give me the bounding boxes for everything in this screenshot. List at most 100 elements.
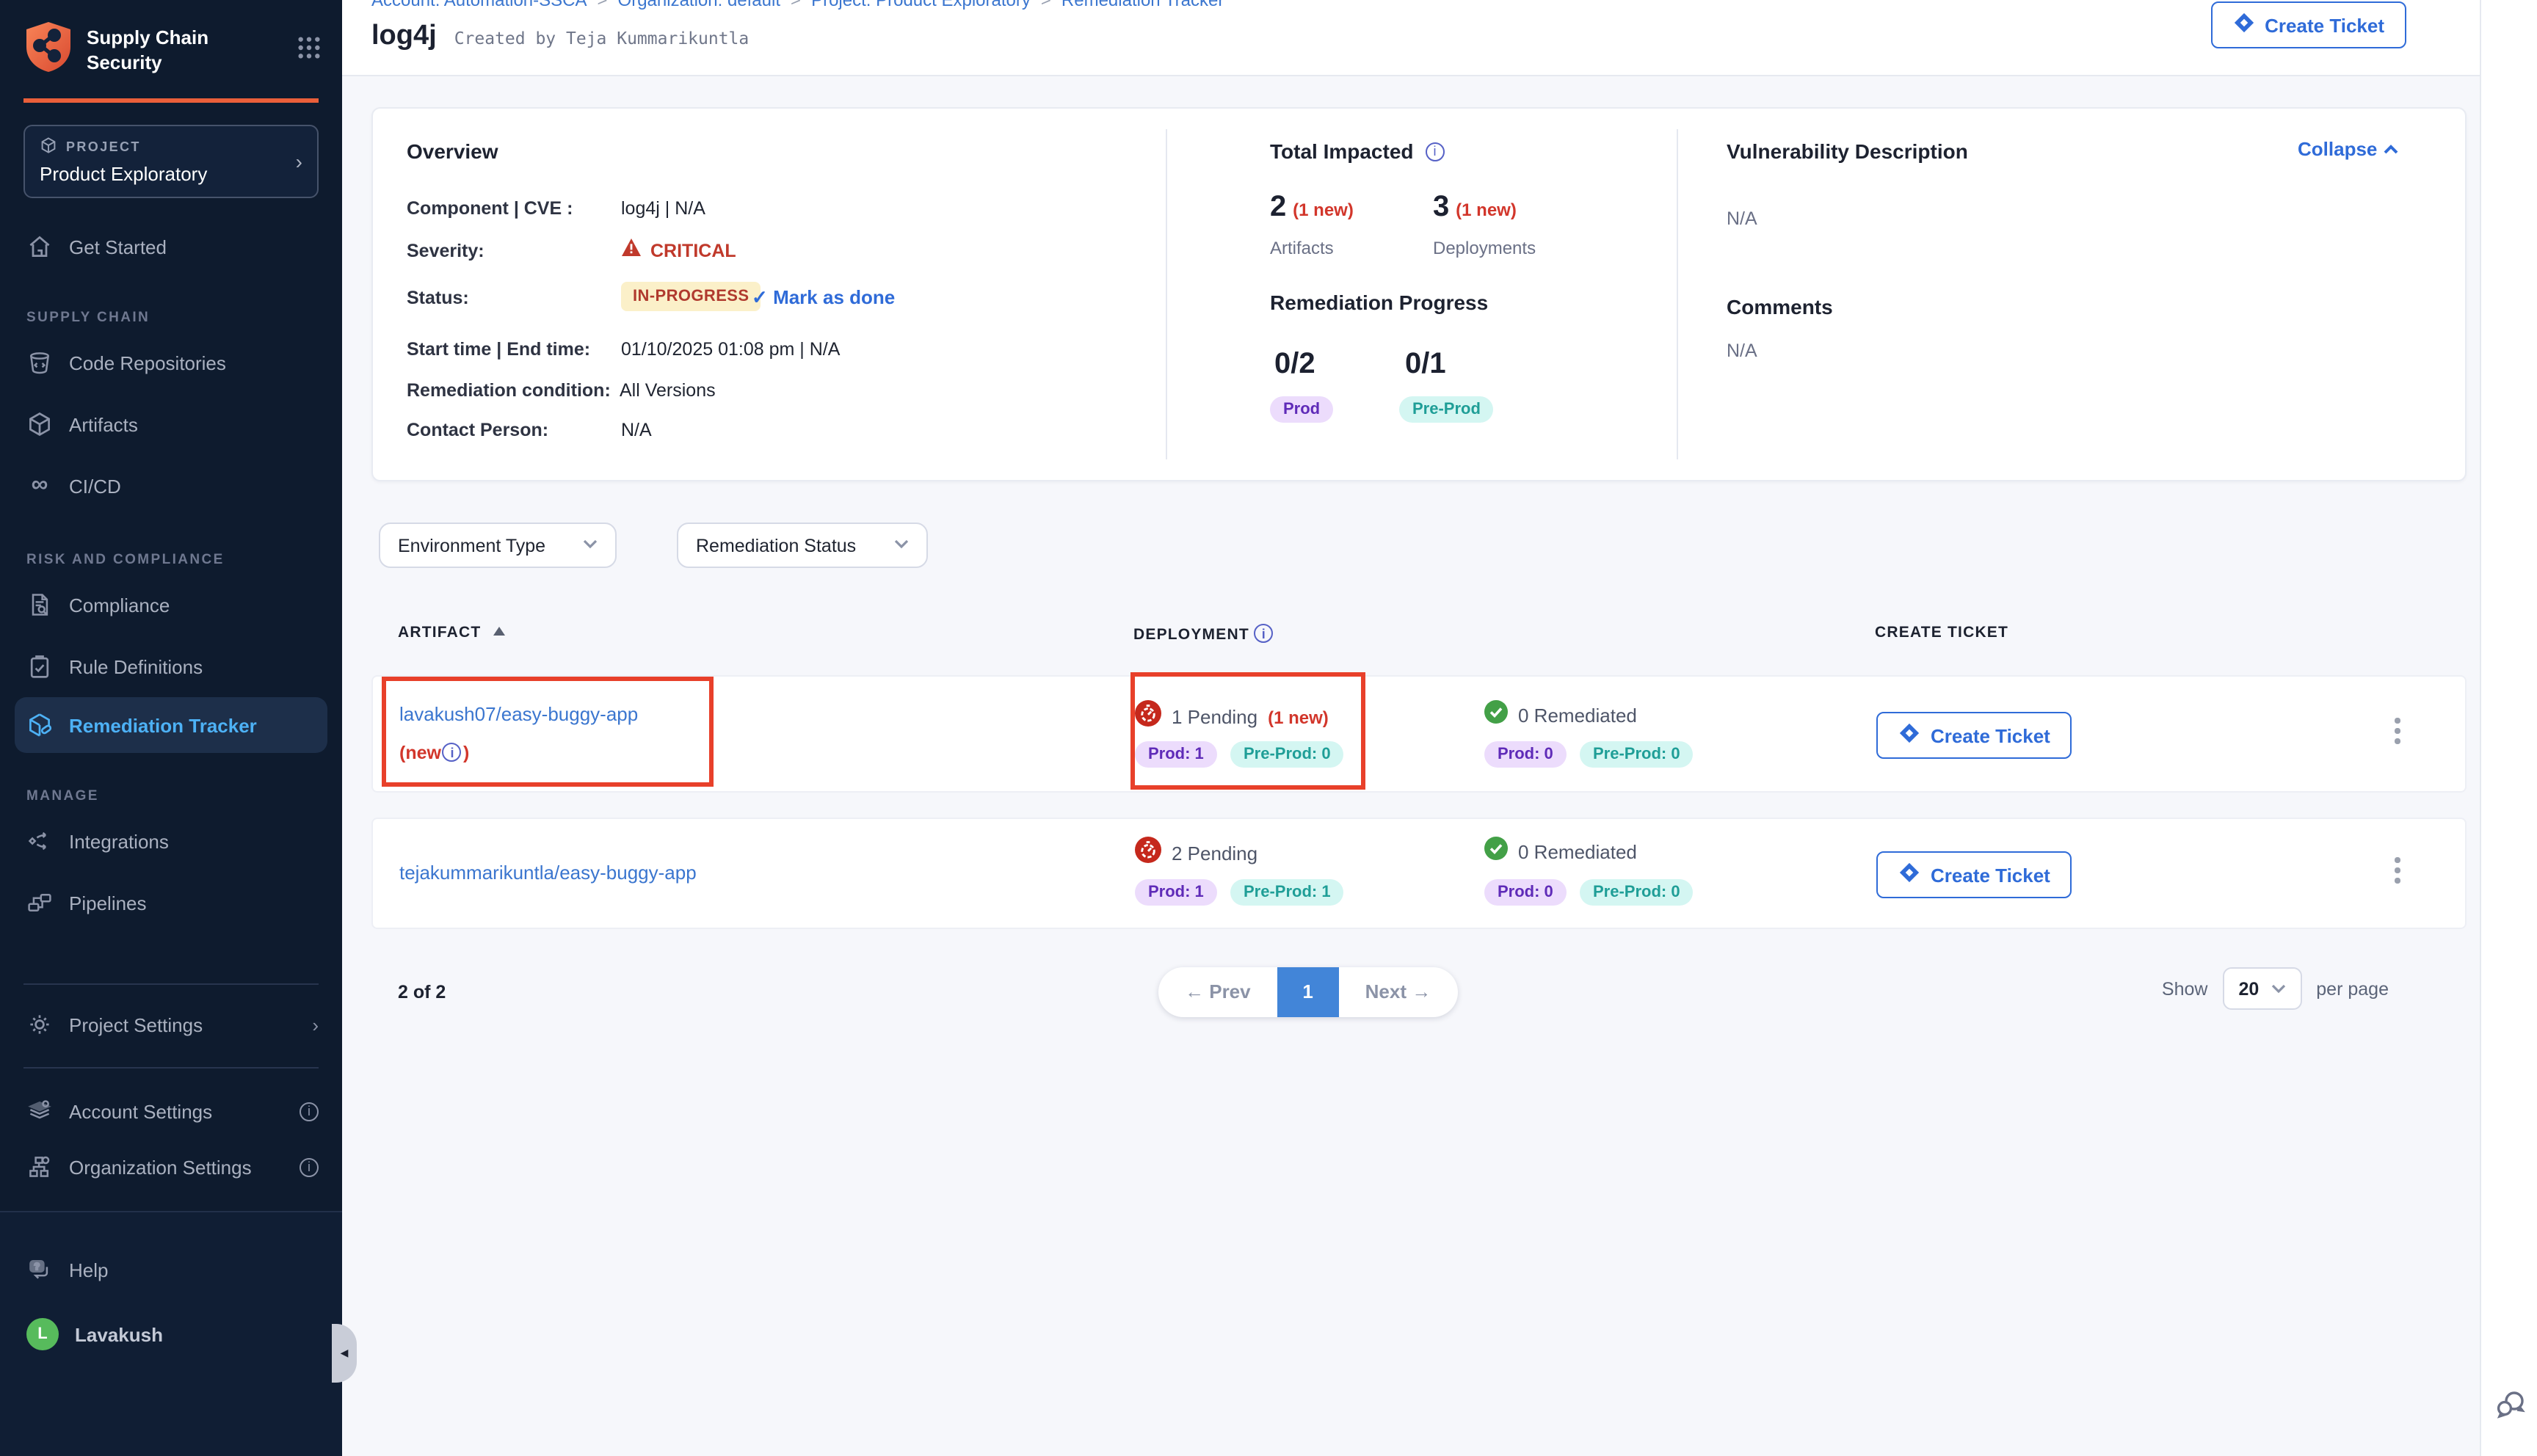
code-repo-icon bbox=[26, 349, 53, 376]
prev-page-button[interactable]: ← Prev bbox=[1158, 967, 1277, 1017]
clipboard-check-icon bbox=[26, 653, 53, 680]
section-risk-compliance: RISK AND COMPLIANCE bbox=[0, 552, 342, 568]
table-row[interactable]: lavakush07/easy-buggy-app (new) 1 Pendin… bbox=[371, 675, 2467, 793]
contact-value: N/A bbox=[621, 420, 652, 440]
info-icon bbox=[300, 1102, 319, 1121]
overview-card: Overview Component | CVE : log4j | N/A S… bbox=[371, 107, 2467, 481]
ticket-diamond-icon bbox=[1898, 722, 1920, 749]
row-menu-kebab-icon[interactable] bbox=[2395, 857, 2400, 888]
create-ticket-button-row[interactable]: Create Ticket bbox=[1876, 851, 2072, 898]
result-count: 2 of 2 bbox=[398, 982, 446, 1002]
pagination: ← Prev 1 Next → bbox=[1158, 967, 1457, 1017]
sidebar-item-pipelines[interactable]: Pipelines bbox=[0, 878, 342, 928]
deploy-prod-badge: Prod: 1 bbox=[1135, 879, 1217, 906]
artifact-link[interactable]: tejakummarikuntla/easy-buggy-app bbox=[399, 862, 697, 884]
section-manage: MANAGE bbox=[0, 788, 342, 804]
prod-progress: 0/2 bbox=[1274, 348, 1315, 382]
sidebar-item-get-started[interactable]: Get Started bbox=[0, 222, 342, 272]
main-content: Overview Component | CVE : log4j | N/A S… bbox=[342, 76, 2480, 1456]
info-icon[interactable] bbox=[1426, 142, 1445, 161]
column-header-artifact[interactable]: ARTIFACT bbox=[398, 624, 504, 641]
support-chat-icon[interactable] bbox=[2493, 1387, 2528, 1430]
chevron-down-icon bbox=[894, 537, 909, 553]
mark-as-done-link[interactable]: ✓ Mark as done bbox=[752, 286, 895, 310]
artifacts-count: 2 bbox=[1270, 191, 1286, 223]
deploy-preprod-badge: Pre-Prod: 0 bbox=[1230, 741, 1344, 768]
remediation-status-filter[interactable]: Remediation Status bbox=[677, 523, 928, 568]
breadcrumb-page[interactable]: Remediation Tracker bbox=[1061, 0, 1224, 10]
sidebar-item-organization-settings[interactable]: Organization Settings bbox=[0, 1142, 342, 1192]
condition-value: All Versions bbox=[620, 380, 716, 401]
user-menu[interactable]: L Lavakush bbox=[0, 1309, 342, 1359]
sidebar-item-project-settings[interactable]: Project Settings › bbox=[0, 1000, 342, 1049]
column-header-create-ticket: CREATE TICKET bbox=[1875, 624, 2008, 641]
component-label: Component | CVE : bbox=[407, 198, 573, 219]
sidebar-item-remediation-tracker[interactable]: Remediation Tracker bbox=[15, 697, 327, 753]
right-gutter bbox=[2480, 0, 2537, 1456]
deployments-sublabel: Deployments bbox=[1433, 238, 1536, 258]
next-page-button[interactable]: Next → bbox=[1339, 967, 1458, 1017]
chevron-right-icon: › bbox=[312, 1013, 319, 1035]
sidebar-item-artifacts[interactable]: Artifacts bbox=[0, 399, 342, 449]
breadcrumb-org[interactable]: Organization: default bbox=[618, 0, 781, 10]
comments-value: N/A bbox=[1727, 341, 1757, 361]
total-impacted-heading: Total Impacted bbox=[1270, 139, 1414, 163]
chevron-up-icon bbox=[2383, 138, 2399, 160]
vuln-desc-heading: Vulnerability Description bbox=[1727, 139, 1968, 163]
table-row[interactable]: tejakummarikuntla/easy-buggy-app 2 Pendi… bbox=[371, 818, 2467, 929]
rem-preprod-badge: Pre-Prod: 0 bbox=[1580, 879, 1694, 906]
pending-new-count: (1 new) bbox=[1268, 707, 1329, 727]
deploy-prod-badge: Prod: 1 bbox=[1135, 741, 1217, 768]
sidebar-item-code-repositories[interactable]: Code Repositories bbox=[0, 338, 342, 387]
project-name: Product Exploratory bbox=[40, 163, 296, 185]
sidebar-item-account-settings[interactable]: Account Settings bbox=[0, 1086, 342, 1136]
ticket-diamond-icon bbox=[2232, 12, 2254, 38]
breadcrumb: Account: Automation-SSCA>Organization: d… bbox=[371, 0, 1224, 10]
sidebar-item-rule-definitions[interactable]: Rule Definitions bbox=[0, 641, 342, 691]
status-label: Status: bbox=[407, 288, 469, 308]
page-size-select[interactable]: 20 bbox=[2222, 967, 2301, 1010]
remediated-icon bbox=[1484, 700, 1508, 731]
info-icon[interactable] bbox=[1255, 624, 1274, 643]
collapse-link[interactable]: Collapse bbox=[2298, 138, 2399, 160]
create-ticket-button-row[interactable]: Create Ticket bbox=[1876, 712, 2072, 759]
create-ticket-button-header[interactable]: Create Ticket bbox=[2210, 1, 2406, 48]
component-value: log4j | N/A bbox=[621, 198, 705, 219]
show-label: Show bbox=[2162, 978, 2208, 999]
time-label: Start time | End time: bbox=[407, 339, 590, 360]
breadcrumb-account[interactable]: Account: Automation-SSCA bbox=[371, 0, 587, 10]
brand-title: Supply Chain Security bbox=[87, 27, 283, 75]
artifact-new-flag: (new) bbox=[399, 742, 469, 762]
remediated-count: 0 Remediated bbox=[1518, 841, 1637, 863]
project-selector[interactable]: PROJECT Product Exploratory › bbox=[23, 125, 319, 198]
sidebar-collapse-handle[interactable]: ◀ bbox=[332, 1324, 357, 1383]
sidebar-item-integrations[interactable]: Integrations bbox=[0, 816, 342, 866]
divider bbox=[23, 1067, 319, 1069]
warning-icon bbox=[621, 238, 642, 264]
sidebar-item-help[interactable]: ? Help bbox=[0, 1245, 342, 1295]
remediated-icon bbox=[1484, 837, 1508, 867]
deployments-new-count: (1 new) bbox=[1456, 200, 1517, 220]
remediated-count: 0 Remediated bbox=[1518, 705, 1637, 727]
pending-count: 2 Pending bbox=[1172, 842, 1257, 864]
deployments-count: 3 bbox=[1433, 191, 1449, 223]
breadcrumb-project[interactable]: Project: Product Exploratory bbox=[811, 0, 1031, 10]
info-icon[interactable] bbox=[443, 743, 462, 762]
preprod-badge: Pre-Prod bbox=[1399, 396, 1494, 423]
check-icon: ✓ bbox=[752, 286, 768, 308]
rem-prod-badge: Prod: 0 bbox=[1484, 879, 1567, 906]
layers-gear-icon bbox=[26, 1098, 53, 1124]
page-number-active[interactable]: 1 bbox=[1277, 967, 1339, 1017]
home-icon bbox=[26, 233, 53, 260]
artifact-link[interactable]: lavakush07/easy-buggy-app bbox=[399, 703, 638, 725]
pipelines-icon bbox=[26, 889, 53, 916]
pending-icon bbox=[1135, 837, 1161, 870]
sidebar-item-cicd[interactable]: ∞ CI/CD bbox=[0, 461, 342, 511]
environment-type-filter[interactable]: Environment Type bbox=[379, 523, 617, 568]
svg-text:?: ? bbox=[35, 1262, 40, 1272]
row-menu-kebab-icon[interactable] bbox=[2395, 718, 2400, 749]
apps-grid-icon[interactable] bbox=[297, 34, 322, 67]
divider bbox=[23, 983, 319, 985]
sidebar-item-compliance[interactable]: Compliance bbox=[0, 580, 342, 630]
brand-divider bbox=[23, 98, 319, 103]
